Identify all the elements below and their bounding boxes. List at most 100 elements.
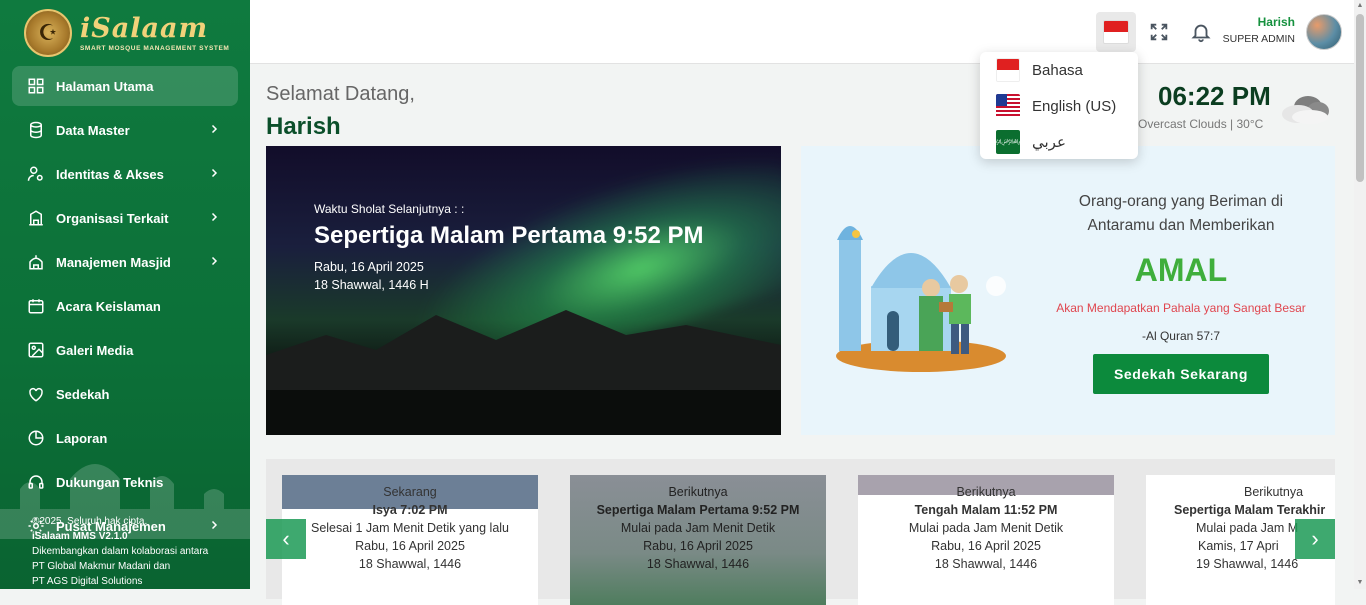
mosque-emblem-icon: ☪ — [24, 9, 72, 57]
prayer-times-carousel: Sekarang Isya 7:02 PM Selesai 1 Jam Meni… — [266, 459, 1335, 605]
sidebar: ☪ iSalaam SMART MOSQUE MANAGEMENT SYSTEM… — [0, 0, 250, 589]
mosque-charity-illustration — [836, 226, 1006, 372]
prayer-card[interactable]: Berikutnya Tengah Malam 11:52 PM Mulai p… — [858, 475, 1114, 605]
sidebar-item-halaman-utama[interactable]: Halaman Utama — [12, 66, 238, 106]
prayer-card-relative: Mulai pada Jam Menit Detik — [620, 521, 776, 535]
prayer-card-hijri: 18 Shawwal, 1446 — [934, 557, 1038, 571]
brand-subtitle: SMART MOSQUE MANAGEMENT SYSTEM — [80, 44, 230, 52]
sedekah-promo: Orang-orang yang Beriman di Antaramu dan… — [801, 146, 1335, 435]
fullscreen-icon[interactable] — [1147, 20, 1171, 44]
next-prayer-hijri: 18 Shawwal, 1446 H — [314, 278, 429, 292]
prayer-card-name: Sepertiga Malam Pertama 9:52 PM — [596, 503, 800, 517]
language-option-arabic[interactable]: ﷽ عربي — [980, 124, 1138, 160]
prayer-card-name: Tengah Malam 11:52 PM — [914, 503, 1058, 517]
sidebar-item-label: Organisasi Terkait — [56, 210, 169, 226]
user-role: SUPER ADMIN — [1222, 33, 1295, 45]
carousel-next-button[interactable]: › — [1295, 519, 1335, 559]
sidebar-item-data-master[interactable]: Data Master — [12, 110, 238, 150]
cloud-icon — [1282, 96, 1329, 124]
prayer-card-hijri: 18 Shawwal, 1446 — [358, 557, 462, 571]
sedekah-now-button[interactable]: Sedekah Sekarang — [1093, 354, 1269, 394]
sidebar-item-identitas-akses[interactable]: Identitas & Akses — [12, 154, 238, 194]
sidebar-item-manajemen-masjid[interactable]: Manajemen Masjid — [12, 242, 238, 282]
prayer-card-status: Berikutnya — [1244, 485, 1304, 499]
top-bar: Harish SUPER ADMIN — [250, 0, 1354, 64]
welcome-greeting: Selamat Datang, — [266, 83, 415, 105]
image-icon — [26, 340, 46, 360]
language-option-bahasa[interactable]: Bahasa — [980, 52, 1138, 88]
footer-version: iSalaam MMS V2.1.0 — [32, 531, 128, 542]
sidebar-item-label: Galeri Media — [56, 342, 134, 358]
brand-logo[interactable]: ☪ iSalaam SMART MOSQUE MANAGEMENT SYSTEM — [24, 8, 229, 58]
prayer-card-date: Rabu, 16 April 2025 — [643, 539, 753, 553]
prayer-card-status: Sekarang — [383, 485, 437, 499]
carousel-prev-button[interactable]: ‹ — [266, 519, 306, 559]
next-prayer-label: Waktu Sholat Selanjutnya : : — [314, 202, 465, 216]
sidebar-footer: ©2025. Seluruh hak cipta. iSalaam MMS V2… — [32, 514, 208, 589]
prayer-card-name: Isya 7:02 PM — [372, 503, 448, 517]
prayer-card[interactable]: Berikutnya Sepertiga Malam Pertama 9:52 … — [570, 475, 826, 605]
language-option-label: عربي — [1032, 134, 1066, 151]
page-scrollbar[interactable]: ▲ ▼ — [1354, 0, 1366, 589]
sidebar-item-label: Halaman Utama — [56, 78, 154, 94]
language-dropdown: Bahasa English (US) ﷽ عربي — [980, 52, 1138, 159]
footer-line-2: PT Global Makmur Madani dan — [32, 561, 171, 572]
chevron-right-icon — [208, 166, 220, 182]
prayer-card[interactable]: Sekarang Isya 7:02 PM Selesai 1 Jam Meni… — [282, 475, 538, 605]
sidebar-item-sedekah[interactable]: Sedekah — [12, 374, 238, 414]
sidebar-item-laporan[interactable]: Laporan — [12, 418, 238, 458]
scroll-down-icon[interactable]: ▼ — [1356, 579, 1364, 587]
clock-time: 06:22 PM — [1158, 81, 1271, 111]
promo-line-1: Orang-orang yang Beriman di — [1078, 193, 1284, 210]
sidebar-item-label: Manajemen Masjid — [56, 254, 171, 270]
main-content: Selamat Datang, Harish 06:22 PM Overcast… — [250, 65, 1354, 605]
language-option-english[interactable]: English (US) — [980, 88, 1138, 124]
sidebar-item-acara-keislaman[interactable]: Acara Keislaman — [12, 286, 238, 326]
sidebar-item-label: Laporan — [56, 430, 108, 446]
user-name[interactable]: Harish — [1258, 15, 1295, 29]
building-icon — [26, 208, 46, 228]
brand-title: iSalaam — [80, 12, 209, 44]
grid-icon — [26, 76, 46, 96]
headset-icon — [26, 472, 46, 492]
prayer-card-relative: Selesai 1 Jam Menit Detik yang lalu — [310, 521, 509, 535]
user-settings-icon — [26, 164, 46, 184]
next-prayer-date: Rabu, 16 April 2025 — [314, 260, 424, 274]
mountain-silhouette — [266, 310, 781, 435]
sidebar-item-label: Identitas & Akses — [56, 166, 164, 182]
avatar[interactable] — [1306, 14, 1342, 50]
promo-highlight: AMAL — [1134, 252, 1228, 288]
sidebar-item-label: Dukungan Teknis — [56, 474, 164, 490]
database-icon — [26, 120, 46, 140]
promo-reward: Akan Mendapatkan Pahala yang Sangat Besa… — [1056, 301, 1306, 315]
next-prayer-title: Sepertiga Malam Pertama 9:52 PM — [314, 222, 704, 249]
prayer-card-date: Rabu, 16 April 2025 — [355, 539, 465, 553]
promo-source: -Al Quran 57:7 — [1141, 329, 1221, 343]
prayer-card-hijri: 18 Shawwal, 1446 — [646, 557, 750, 571]
sidebar-item-organisasi-terkait[interactable]: Organisasi Terkait — [12, 198, 238, 238]
welcome-name: Harish — [266, 113, 341, 140]
footer-line-1: Dikembangkan dalam kolaborasi antara — [32, 546, 209, 557]
us-flag-icon — [996, 94, 1020, 118]
language-option-label: English (US) — [1032, 97, 1117, 115]
chevron-right-icon — [208, 254, 220, 270]
pie-chart-icon — [26, 428, 46, 448]
prayer-card-relative: Mulai pada Jam Menit Detik — [908, 521, 1064, 535]
sidebar-item-dukungan-teknis[interactable]: Dukungan Teknis — [12, 462, 238, 502]
footer-copyright: ©2025. Seluruh hak cipta. — [32, 516, 148, 527]
sidebar-menu: Halaman Utama Data Master Identitas & Akse… — [12, 66, 238, 550]
language-switcher-button[interactable] — [1096, 12, 1136, 52]
indonesia-flag-icon — [1103, 20, 1129, 44]
promo-line-2: Antaramu dan Memberikan — [1087, 217, 1275, 234]
prayer-card-status: Berikutnya — [668, 485, 728, 499]
weather-text: Overcast Clouds | 30°C — [1138, 117, 1264, 131]
bell-icon[interactable] — [1189, 20, 1213, 44]
chevron-right-icon — [208, 210, 220, 226]
sidebar-item-label: Data Master — [56, 122, 130, 138]
scrollbar-thumb[interactable] — [1356, 14, 1364, 182]
calendar-icon — [26, 296, 46, 316]
sidebar-item-galeri-media[interactable]: Galeri Media — [12, 330, 238, 370]
scroll-up-icon[interactable]: ▲ — [1356, 2, 1364, 10]
language-option-label: Bahasa — [1032, 61, 1083, 79]
saudi-flag-icon: ﷽ — [996, 130, 1020, 154]
